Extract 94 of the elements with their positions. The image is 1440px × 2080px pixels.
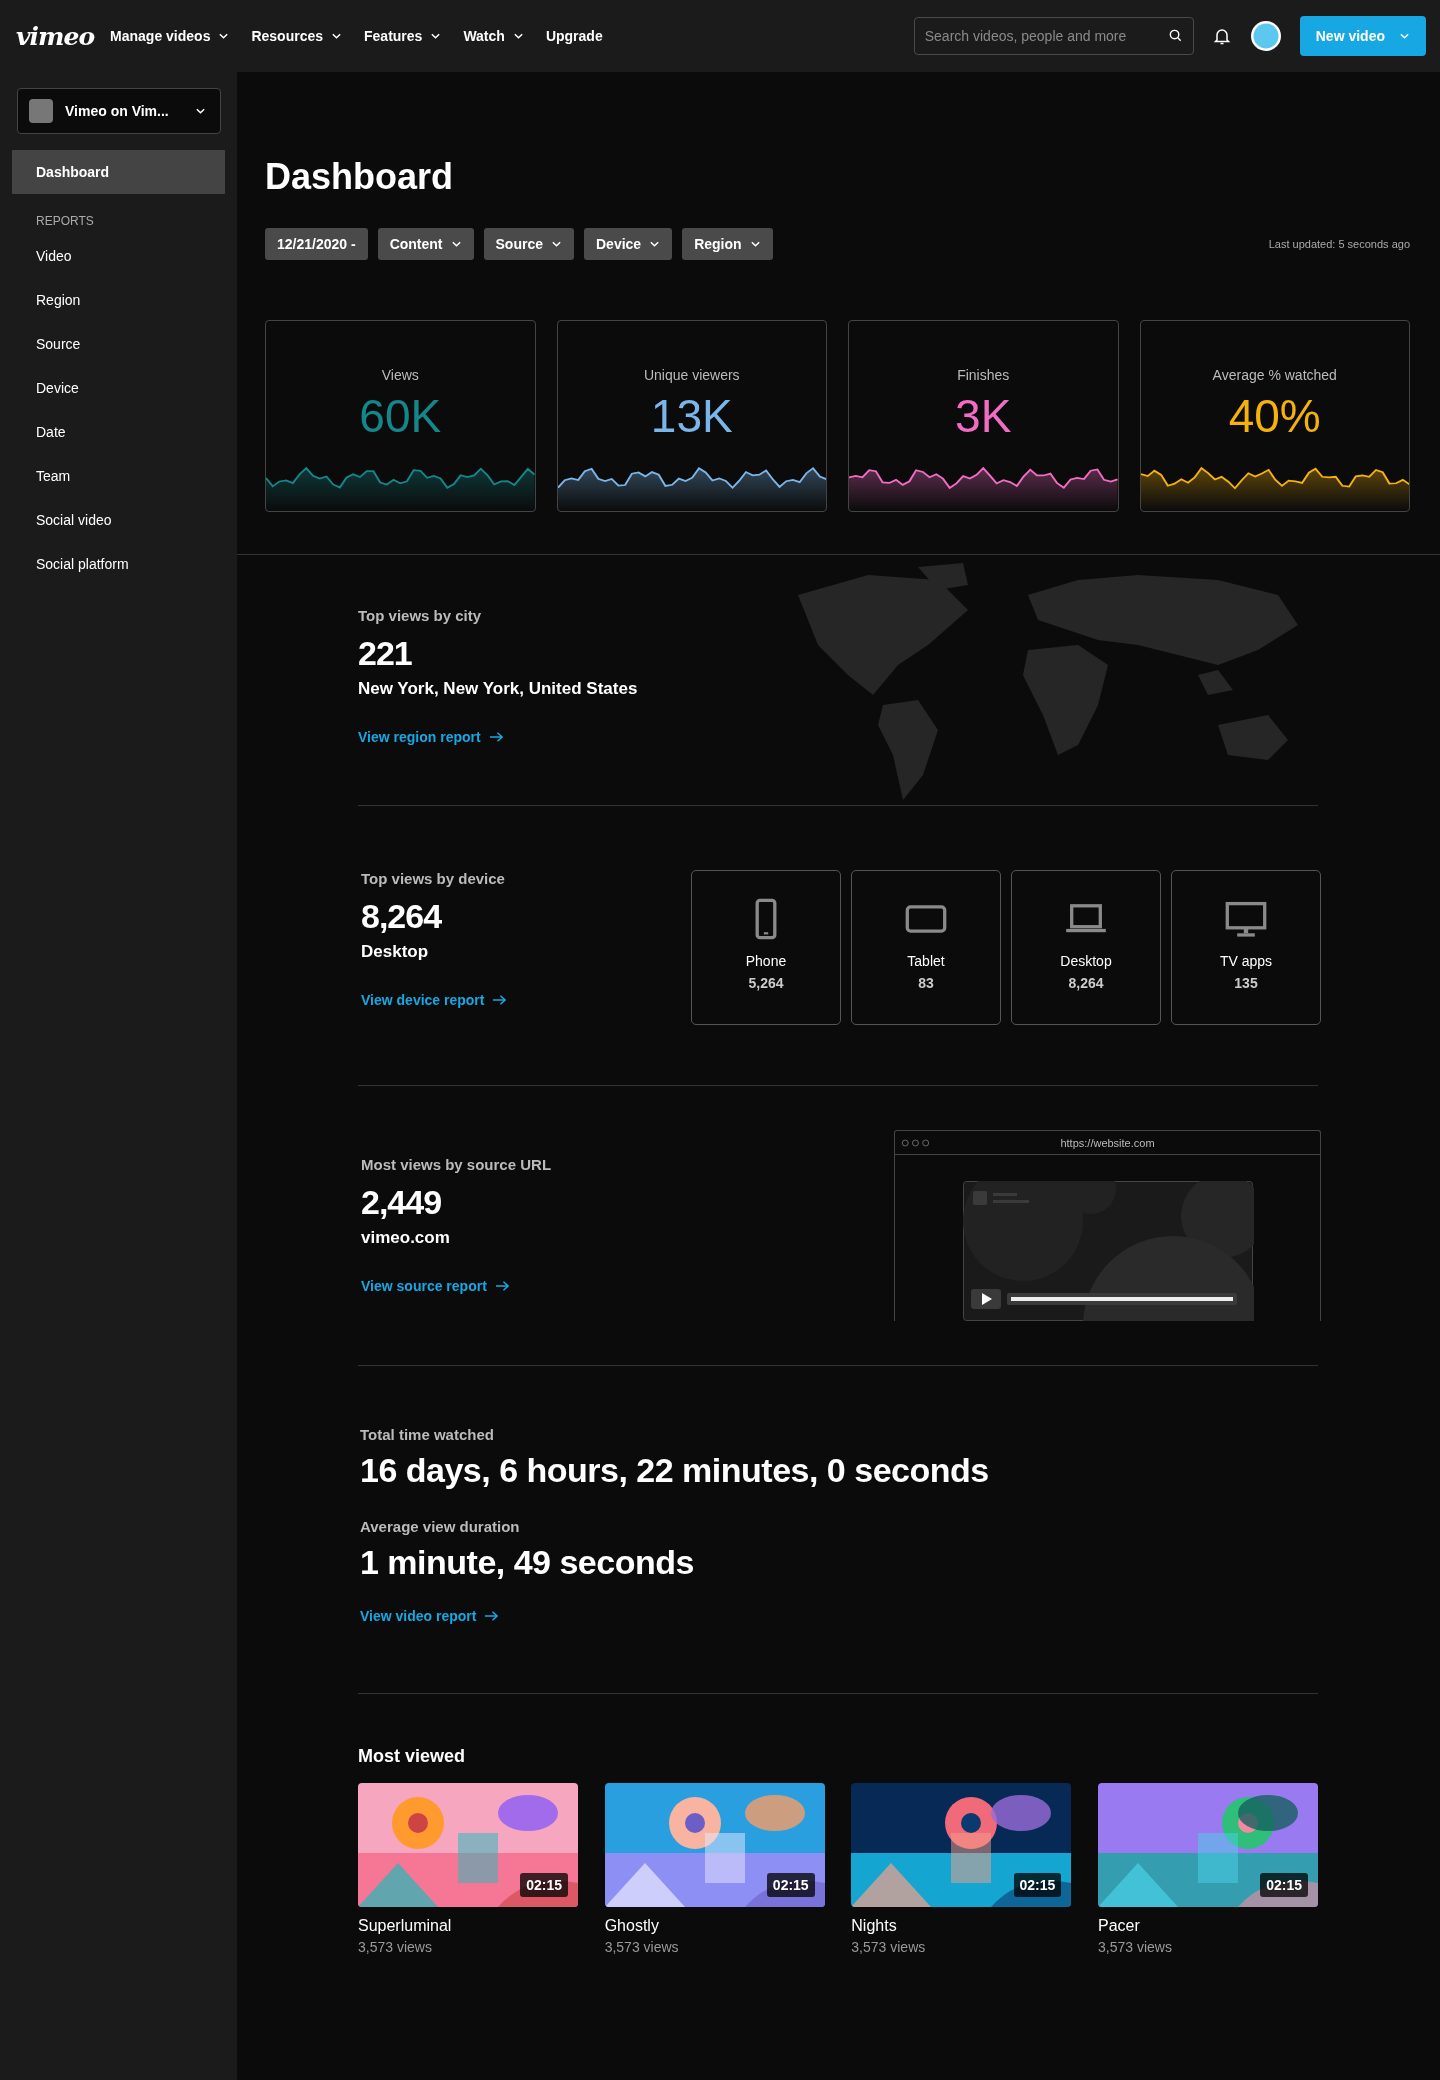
section-label: Most views by source URL — [361, 1156, 553, 1173]
video-title[interactable]: Superluminal — [358, 1917, 578, 1935]
section-label: Top views by device — [361, 870, 506, 887]
filter-dropdown[interactable]: Source — [483, 228, 574, 260]
chevron-down-icon — [195, 107, 206, 115]
section-heading: Most viewed — [358, 1746, 467, 1767]
view-count: 3,573 views — [604, 1939, 680, 1955]
device-count: 83 — [918, 975, 934, 991]
metric-value: 221 — [358, 634, 413, 673]
duration-badge: 02:15 — [1013, 1873, 1062, 1897]
device-label: Phone — [745, 953, 787, 969]
filter-dropdown[interactable]: Device — [584, 228, 673, 260]
sidebar-item[interactable]: Social platform — [12, 542, 225, 586]
chevron-down-icon — [512, 32, 524, 40]
metric-value: 2,449 — [361, 1183, 443, 1222]
device-count: 8,264 — [1068, 975, 1104, 991]
report-link[interactable]: View region report — [358, 729, 778, 745]
nav-menu-item[interactable]: Features — [364, 28, 442, 44]
chevron-down-icon — [450, 240, 462, 248]
video-thumbnail[interactable]: 02:15 — [1097, 1783, 1318, 1907]
search-field[interactable]: Search videos, people and more — [913, 17, 1194, 55]
report-link[interactable]: View device report — [361, 992, 691, 1008]
stat-value: 40% — [1228, 389, 1321, 443]
duration-badge: 02:15 — [1260, 1873, 1308, 1897]
metric-value: 1 minute, 49 seconds — [360, 1543, 695, 1582]
chevron-down-icon — [218, 32, 230, 40]
nav-menu-item[interactable]: Manage videos — [110, 28, 230, 44]
stat-label: Unique viewers — [643, 367, 740, 383]
report-link[interactable]: View video report — [360, 1608, 1318, 1624]
search-icon — [1167, 28, 1183, 43]
chevron-down-icon — [649, 240, 661, 248]
metric-value: 8,264 — [361, 897, 443, 936]
view-count: 3,573 views — [851, 1939, 927, 1955]
filter-dropdown[interactable]: Region — [682, 228, 773, 260]
metric-value: 16 days, 6 hours, 22 minutes, 0 seconds — [360, 1451, 990, 1490]
stat-value: 60K — [359, 389, 442, 443]
chevron-down-icon — [331, 32, 343, 40]
section-label: Average view duration — [360, 1518, 521, 1535]
metric-name: Desktop — [361, 942, 430, 962]
video-thumbnail[interactable]: 02:15 — [851, 1783, 1072, 1907]
section-label: Top views by city — [358, 607, 483, 624]
device-count: 135 — [1234, 975, 1258, 991]
chevron-down-icon — [1399, 32, 1410, 40]
avatar-icon[interactable] — [1249, 20, 1282, 52]
account-dropdown[interactable]: Vimeo on Vim... — [17, 88, 221, 134]
stat-value: 3K — [955, 389, 1012, 443]
sidebar-item[interactable]: Date — [12, 410, 225, 454]
nav-menu-item[interactable]: Upgrade — [545, 28, 603, 44]
metric-name: New York, New York, United States — [358, 679, 639, 699]
sidebar-item[interactable]: Video — [12, 234, 225, 278]
video-thumbnail[interactable]: 02:15 — [604, 1783, 825, 1907]
chevron-down-icon — [551, 240, 562, 248]
sidebar-item[interactable]: Device — [12, 366, 225, 410]
duration-badge: 02:15 — [766, 1873, 815, 1897]
chevron-down-icon — [430, 32, 442, 40]
stat-label: Views — [381, 367, 419, 383]
video-title[interactable]: Pacer — [1097, 1917, 1318, 1935]
sidebar-item[interactable]: Source — [12, 322, 225, 366]
arrow-right-icon — [494, 1280, 510, 1292]
sidebar-item[interactable]: Region — [12, 278, 225, 322]
device-label: TV apps — [1219, 953, 1273, 969]
video-thumbnail[interactable]: 02:15 — [358, 1783, 578, 1907]
section-label: Total time watched — [360, 1426, 495, 1443]
sidebar-item[interactable]: Social video — [12, 498, 225, 542]
vimeo-logo[interactable]: vimeo — [16, 21, 95, 51]
section-label: REPORTS — [35, 213, 95, 230]
page-title: Dashboard — [265, 156, 455, 198]
arrow-right-icon — [484, 1610, 500, 1622]
metric-name: vimeo.com — [361, 1228, 451, 1248]
nav-menu-item[interactable]: Resources — [251, 28, 343, 44]
chevron-down-icon — [749, 240, 761, 248]
video-title[interactable]: Nights — [851, 1917, 1072, 1935]
device-label: Desktop — [1060, 953, 1112, 969]
video-title[interactable]: Ghostly — [604, 1917, 825, 1935]
filter-dropdown[interactable]: 12/21/2020 - — [265, 228, 368, 260]
filter-dropdown[interactable]: Content — [377, 228, 474, 260]
sidebar-item[interactable]: Dashboard — [12, 150, 225, 194]
stat-value: 13K — [650, 389, 733, 443]
view-count: 3,573 views — [1097, 1939, 1173, 1955]
device-count: 5,264 — [748, 975, 784, 991]
device-label: Tablet — [907, 953, 945, 969]
stat-label: Finishes — [957, 367, 1010, 383]
arrow-right-icon — [488, 731, 504, 743]
browser-url: https://website.com — [1059, 1136, 1156, 1149]
sidebar-item[interactable]: Team — [12, 454, 225, 498]
last-updated-text: Last updated: 5 seconds ago — [1268, 238, 1410, 250]
report-link[interactable]: View source report — [361, 1278, 894, 1294]
view-count: 3,573 views — [358, 1939, 433, 1955]
stat-label: Average % watched — [1212, 367, 1337, 383]
nav-menu-item[interactable]: Watch — [463, 28, 524, 44]
notification-bell-icon[interactable] — [1211, 26, 1232, 46]
account-thumbnail-icon — [29, 99, 53, 123]
duration-badge: 02:15 — [520, 1873, 568, 1897]
arrow-right-icon — [492, 994, 508, 1006]
